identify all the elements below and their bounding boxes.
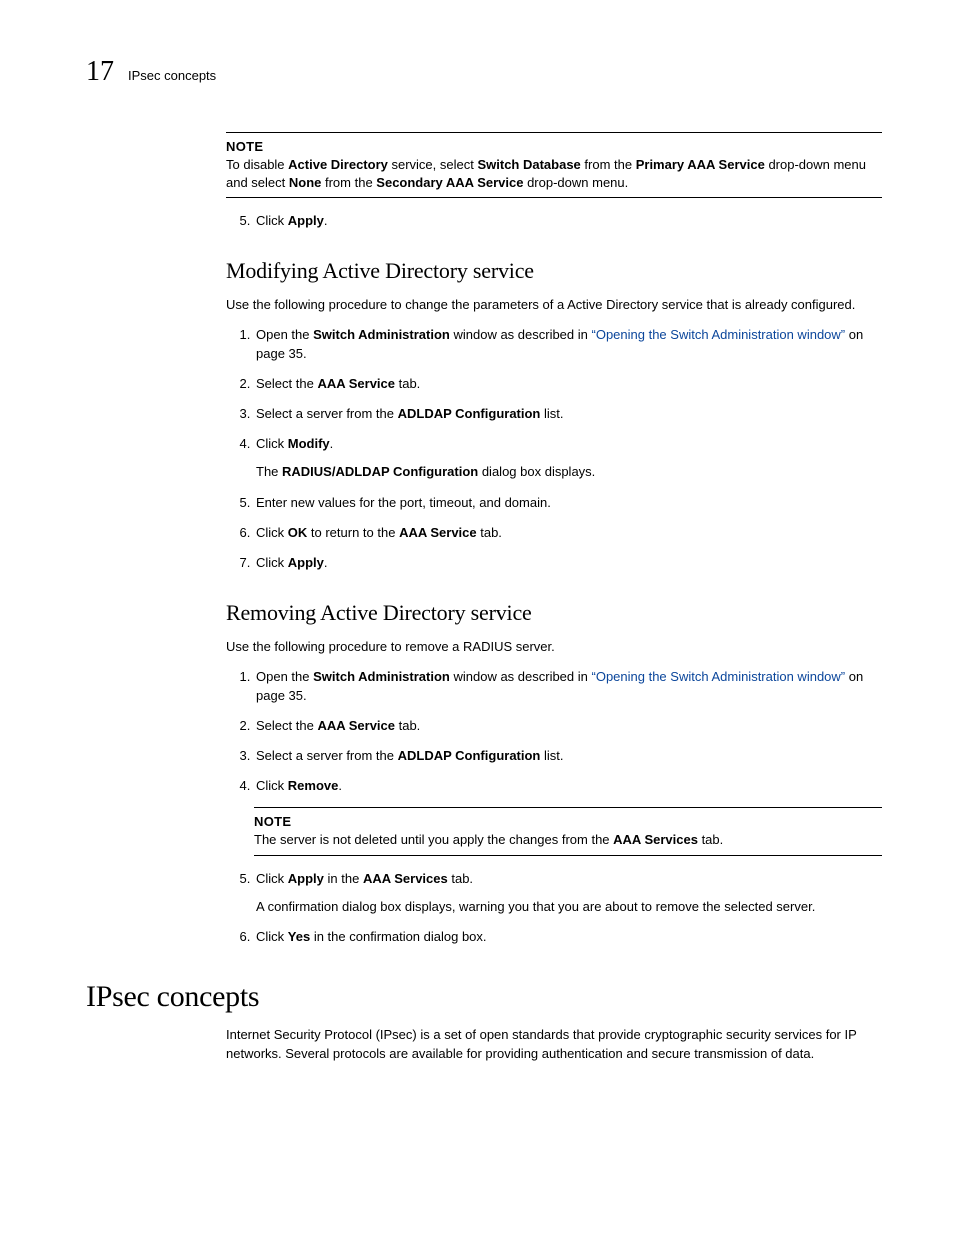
note-label: NOTE [254,814,882,829]
main-content: NOTE To disable Active Directory service… [226,132,882,1063]
step-item: Open the Switch Administration window as… [254,326,882,362]
note-text: To disable Active Directory service, sel… [226,156,882,191]
running-title: IPsec concepts [128,68,216,83]
ipsec-paragraph: Internet Security Protocol (IPsec) is a … [226,1026,882,1062]
intro-paragraph: Use the following procedure to remove a … [226,638,882,656]
step-item: Click Apply. [254,554,882,572]
note-label: NOTE [226,139,882,154]
heading-modifying: Modifying Active Directory service [226,258,882,284]
modify-steps: Open the Switch Administration window as… [226,326,882,572]
note-block: NOTE To disable Active Directory service… [226,132,882,198]
running-header: 17 IPsec concepts [86,56,882,88]
link-opening-switch-admin[interactable]: “Opening the Switch Administration windo… [592,327,846,342]
step-item: Click Yes in the confirmation dialog box… [254,928,882,946]
chapter-number: 17 [86,56,114,88]
heading-removing: Removing Active Directory service [226,600,882,626]
intro-paragraph: Use the following procedure to change th… [226,296,882,314]
link-opening-switch-admin[interactable]: “Opening the Switch Administration windo… [592,669,846,684]
heading-ipsec: IPsec concepts [86,980,882,1014]
step-item: Click Apply in the AAA Services tab. A c… [254,870,882,916]
step-item: Open the Switch Administration window as… [254,668,882,704]
remove-steps: Open the Switch Administration window as… [226,668,882,795]
step-item: Select a server from the ADLDAP Configur… [254,405,882,423]
step-item: Click OK to return to the AAA Service ta… [254,524,882,542]
step-item: Select the AAA Service tab. [254,375,882,393]
note-block: NOTE The server is not deleted until you… [254,807,882,856]
step-item: Click Remove. [254,777,882,795]
step-item: Enter new values for the port, timeout, … [254,494,882,512]
step-item: Select a server from the ADLDAP Configur… [254,747,882,765]
step-item: Select the AAA Service tab. [254,717,882,735]
step-item: Click Modify. The RADIUS/ADLDAP Configur… [254,435,882,481]
step-item: Click Apply. [254,212,882,230]
step-list-continued: Click Apply. [226,212,882,230]
note-text: The server is not deleted until you appl… [254,831,882,849]
remove-steps-continued: Click Apply in the AAA Services tab. A c… [226,870,882,947]
